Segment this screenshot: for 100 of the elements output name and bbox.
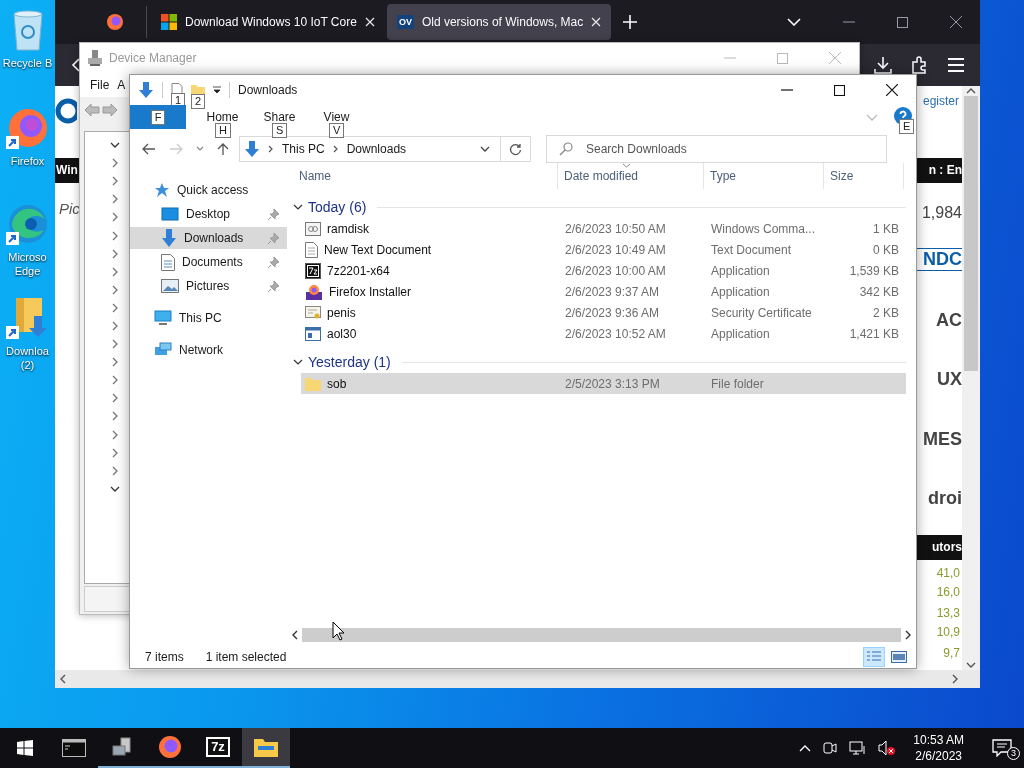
nav-item[interactable]: This PC xyxy=(130,307,287,329)
ribbon-tab[interactable]: Share xyxy=(261,110,298,124)
collapse-icon[interactable] xyxy=(293,202,303,212)
firefox-icon[interactable] xyxy=(106,13,124,31)
maximize-icon[interactable] xyxy=(897,16,909,28)
close-icon[interactable] xyxy=(950,16,963,28)
nav-item[interactable]: Quick access xyxy=(130,179,287,201)
group-header[interactable]: Yesterday (1) xyxy=(308,354,391,370)
chevron-right-icon[interactable] xyxy=(110,176,120,187)
chevron-right-icon[interactable] xyxy=(110,266,120,277)
pin-icon[interactable] xyxy=(268,208,279,220)
close-tab-icon[interactable] xyxy=(591,17,602,27)
chevron-down-icon[interactable] xyxy=(480,146,490,152)
scroll-right-icon[interactable] xyxy=(905,630,911,640)
close-tab-icon[interactable] xyxy=(364,17,375,27)
maximize-icon[interactable] xyxy=(834,84,845,96)
file-row[interactable]: sob 2/5/2023 3:13 PM File folder xyxy=(301,373,906,394)
scroll-up-icon[interactable] xyxy=(966,88,976,94)
vertical-scrollbar[interactable] xyxy=(962,86,980,670)
edge-icon[interactable] xyxy=(5,202,50,246)
chevron-right-icon[interactable] xyxy=(110,194,120,205)
collapse-icon[interactable] xyxy=(293,357,303,367)
nav-item[interactable]: Network xyxy=(130,339,287,361)
scroll-down-icon[interactable] xyxy=(966,662,976,668)
address-bar[interactable]: This PC Downloads xyxy=(239,136,501,162)
new-tab-icon[interactable] xyxy=(623,15,638,29)
group-header[interactable]: Today (6) xyxy=(308,199,367,215)
chevron-right-icon[interactable] xyxy=(110,158,120,169)
chevron-right-icon[interactable] xyxy=(110,447,120,458)
chevron-right-icon[interactable] xyxy=(110,429,120,440)
pin-icon[interactable] xyxy=(268,256,279,268)
file-row[interactable]: ramdisk 2/6/2023 10:50 AM Windows Comma... 1 KB xyxy=(301,218,906,239)
ribbon-tab[interactable]: View xyxy=(321,110,352,124)
column-header[interactable]: Date modified xyxy=(564,169,639,183)
up-icon[interactable] xyxy=(217,142,229,156)
column-header[interactable]: Type xyxy=(710,169,736,183)
file-row[interactable]: penis 2/6/2023 9:36 AM Security Certificate 2 KB xyxy=(301,302,906,323)
nav-bar-text[interactable]: Win xyxy=(55,158,79,183)
category-heading[interactable]: UX xyxy=(937,369,962,390)
chevron-right-icon[interactable] xyxy=(110,284,120,295)
meet-now-icon[interactable] xyxy=(822,740,839,756)
taskbar-app[interactable] xyxy=(242,728,290,768)
category-heading[interactable]: AC xyxy=(936,310,962,331)
breadcrumb-chevron-icon[interactable] xyxy=(268,145,274,153)
firefox-icon[interactable] xyxy=(5,106,50,150)
register-link[interactable]: egister xyxy=(922,94,959,108)
refresh-button[interactable] xyxy=(501,136,531,162)
recent-locations-icon[interactable] xyxy=(196,146,204,152)
nav-item[interactable]: Documents xyxy=(130,251,287,273)
network-icon[interactable] xyxy=(849,740,868,756)
file-row[interactable]: Firefox Installer 2/6/2023 9:37 AM Application 342 KB xyxy=(301,281,906,302)
ribbon-tab[interactable]: Home xyxy=(204,110,241,124)
chevron-right-icon[interactable] xyxy=(110,302,120,313)
chevron-right-icon[interactable] xyxy=(110,465,120,476)
file-row[interactable]: 7z2201-x64 2/6/2023 10:00 AM Application 1,539 KB xyxy=(301,260,906,281)
breadcrumb[interactable]: This PC xyxy=(282,142,325,156)
file-tab[interactable]: F xyxy=(130,105,186,129)
chevron-right-icon[interactable] xyxy=(110,375,120,386)
category-heading[interactable]: MES xyxy=(923,429,962,450)
nav-item[interactable]: Desktop xyxy=(130,203,287,225)
breadcrumb-chevron-icon[interactable] xyxy=(332,145,339,153)
back-icon[interactable] xyxy=(142,143,156,155)
column-header[interactable]: Name xyxy=(299,169,331,183)
search-field[interactable]: Search Downloads xyxy=(546,135,887,163)
column-header[interactable]: Size xyxy=(830,169,854,183)
file-row[interactable]: New Text Document 2/6/2023 10:49 AM Text Document 0 KB xyxy=(301,239,906,260)
scroll-left-icon[interactable] xyxy=(292,630,298,640)
horizontal-scrollbar[interactable] xyxy=(55,670,980,688)
site-logo-icon[interactable] xyxy=(55,98,77,124)
chevron-right-icon[interactable] xyxy=(110,357,120,368)
breadcrumb[interactable]: Downloads xyxy=(346,142,407,156)
chevron-right-icon[interactable] xyxy=(110,339,120,350)
chevron-right-icon[interactable] xyxy=(110,393,120,404)
chevron-right-icon[interactable] xyxy=(110,321,120,331)
chevron-up-icon[interactable] xyxy=(799,744,812,752)
file-row[interactable]: aol30 2/6/2023 10:52 AM Application 1,421 KB xyxy=(301,323,906,344)
nav-item[interactable]: Downloads xyxy=(130,227,287,249)
chevron-right-icon[interactable] xyxy=(110,212,120,223)
chevron-right-icon[interactable] xyxy=(110,411,120,422)
menu-icon[interactable] xyxy=(948,58,964,72)
clock-time[interactable]: 10:53 AM xyxy=(913,732,964,748)
chevron-right-icon[interactable] xyxy=(110,230,120,241)
nav-item[interactable]: Pictures xyxy=(130,275,287,297)
browser-tab[interactable]: Download Windows 10 IoT Core xyxy=(151,4,385,40)
menu-item[interactable]: File xyxy=(90,78,110,92)
scroll-left-icon[interactable] xyxy=(60,674,66,684)
close-icon[interactable] xyxy=(886,84,898,96)
downloads-folder-icon[interactable] xyxy=(5,296,50,340)
scroll-right-icon[interactable] xyxy=(952,674,958,684)
notification-icon[interactable] xyxy=(992,739,1012,757)
browser-tab[interactable]: OV Old versions of Windows, Mac xyxy=(386,4,612,40)
pin-icon[interactable] xyxy=(268,280,279,292)
chevron-right-icon[interactable] xyxy=(110,248,120,259)
dropdown-caret-icon[interactable] xyxy=(213,86,221,94)
menu-item[interactable]: A xyxy=(117,78,126,92)
muted-speaker-icon[interactable] xyxy=(878,740,897,756)
puzzle-icon[interactable] xyxy=(911,56,929,74)
download-icon[interactable] xyxy=(874,56,892,74)
category-heading[interactable]: droi xyxy=(928,488,962,509)
clock-date[interactable]: 2/6/2023 xyxy=(915,748,962,764)
